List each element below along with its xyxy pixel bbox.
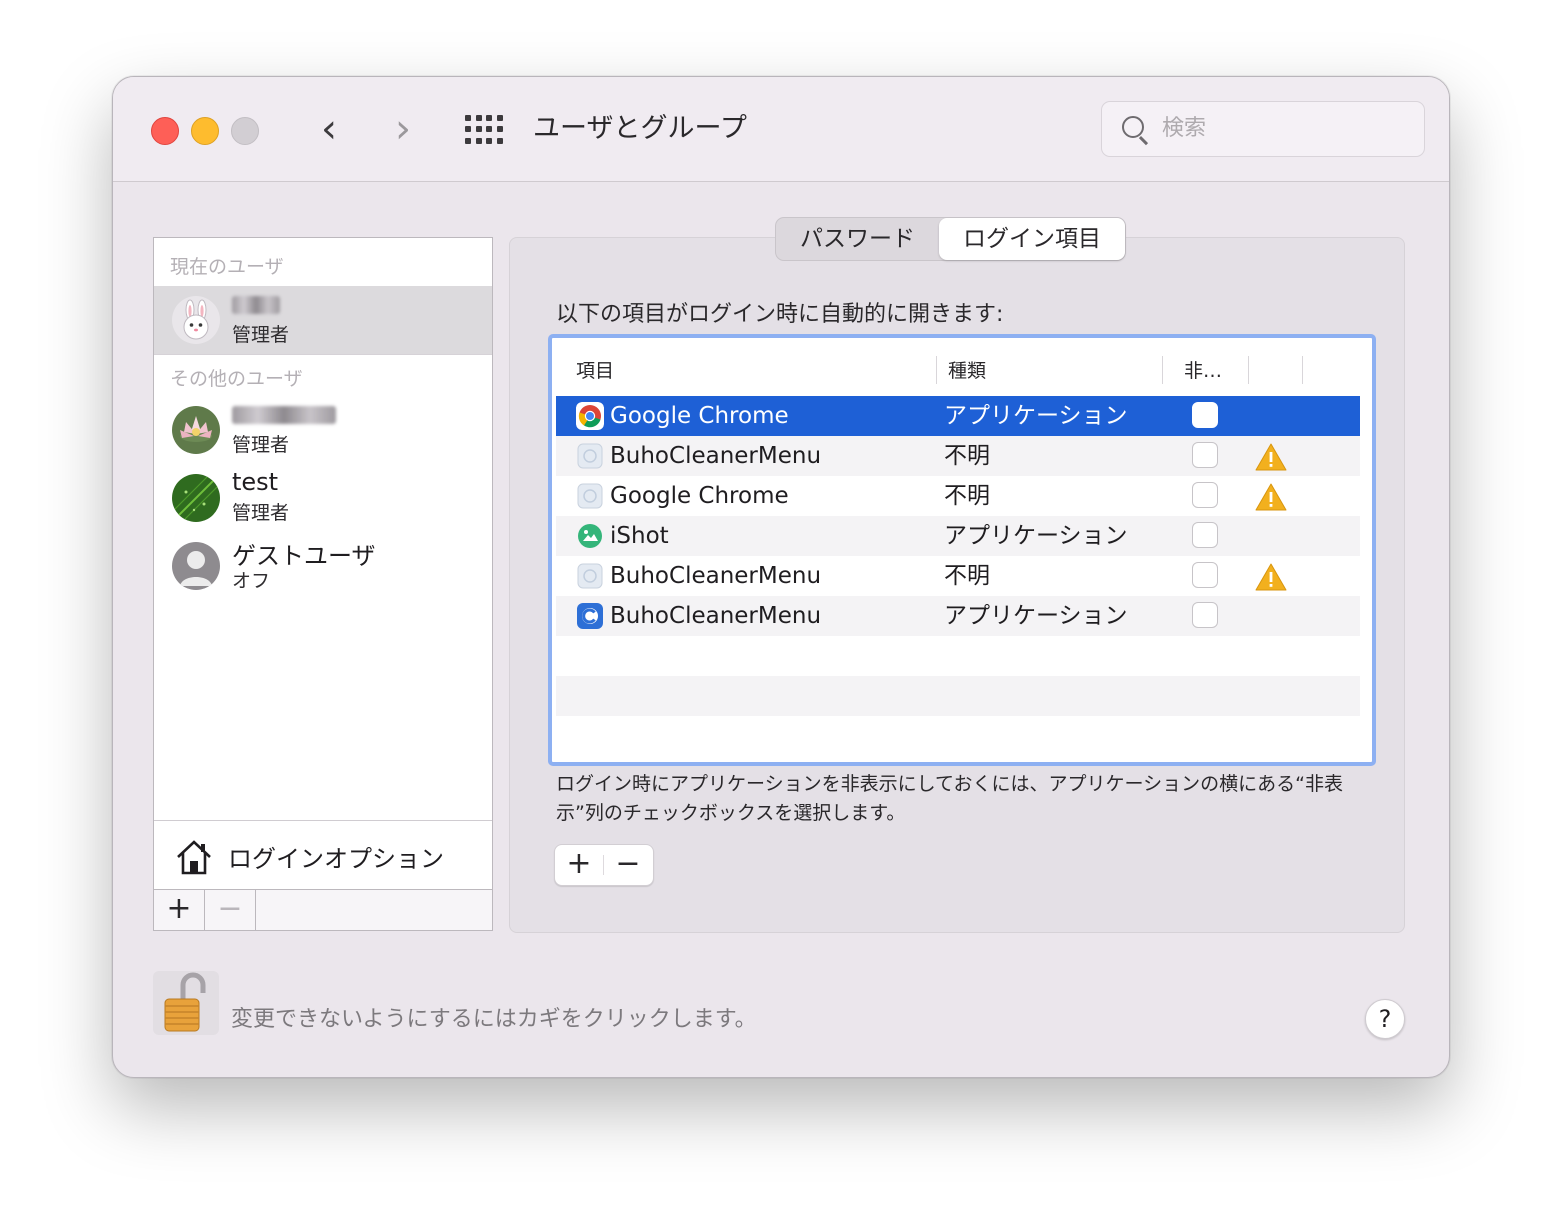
ishot-icon — [578, 524, 602, 548]
guest-silhouette-icon — [172, 542, 220, 590]
warning-icon — [1255, 443, 1287, 471]
current-user-name — [232, 290, 280, 320]
column-divider — [936, 356, 937, 384]
generic-app-icon — [577, 443, 603, 469]
column-divider — [1302, 356, 1303, 384]
minimize-button[interactable] — [191, 117, 219, 145]
row-kind: アプリケーション — [944, 603, 1128, 629]
login-options-label: ログインオプション — [228, 845, 444, 873]
empty-row — [556, 676, 1360, 716]
table-row[interactable]: BuhoCleanerMenu アプリケーション — [556, 596, 1360, 636]
column-header-hide[interactable]: 非… — [1184, 356, 1222, 383]
hide-checkbox[interactable] — [1192, 522, 1218, 548]
forward-button[interactable]: › — [383, 107, 423, 151]
search-placeholder: 検索 — [1162, 116, 1207, 141]
blurred-name — [232, 296, 280, 314]
hide-checkbox[interactable] — [1192, 442, 1218, 468]
table-row[interactable]: Google Chrome アプリケーション — [556, 396, 1360, 436]
row-kind: アプリケーション — [944, 523, 1128, 549]
other-user-name — [232, 400, 336, 430]
search-field[interactable]: 検索 — [1101, 101, 1425, 157]
buhocleaner-icon — [577, 603, 603, 629]
window-title: ユーザとグループ — [533, 113, 747, 144]
warning-icon — [1255, 483, 1287, 511]
help-button[interactable]: ? — [1365, 999, 1405, 1039]
other-user-role: オフ — [232, 570, 271, 592]
login-items-panel: 以下の項目がログイン時に自動的に開きます: 項目 種類 非… Google Ch… — [509, 237, 1405, 933]
tab-password[interactable]: パスワード — [776, 218, 939, 260]
tab-login-items[interactable]: ログイン項目 — [939, 218, 1125, 260]
row-name: Google Chrome — [610, 483, 789, 509]
user-row-current[interactable]: 管理者 — [154, 286, 492, 354]
warning-icon — [1255, 563, 1287, 591]
table-header: 項目 種類 非… — [556, 342, 1360, 396]
other-users-label: その他のユーザ — [170, 368, 303, 390]
remove-user-button[interactable]: − — [205, 890, 256, 930]
hide-instructions: ログイン時にアプリケーションを非表示にしておくには、アプリケーションの横にある“… — [556, 773, 1343, 824]
login-item-buttons: + − — [554, 844, 654, 886]
hide-checkbox[interactable] — [1192, 602, 1218, 628]
table-row[interactable]: iShot アプリケーション — [556, 516, 1360, 556]
tab-bar: パスワード ログイン項目 — [775, 217, 1126, 261]
zoom-button — [231, 117, 259, 145]
generic-app-icon — [577, 483, 603, 509]
row-name: iShot — [610, 523, 669, 549]
add-user-button[interactable]: + — [154, 890, 205, 930]
close-button[interactable] — [151, 117, 179, 145]
row-kind: アプリケーション — [944, 403, 1128, 429]
hide-checkbox[interactable] — [1192, 482, 1218, 508]
back-button[interactable]: ‹ — [309, 107, 349, 151]
house-icon — [177, 840, 211, 875]
show-all-grid-icon[interactable] — [465, 115, 503, 145]
lock-message: 変更できないようにするにはカギをクリックします。 — [231, 1007, 757, 1032]
current-user-role: 管理者 — [232, 324, 290, 346]
other-user-name: test — [232, 468, 279, 496]
column-header-item[interactable]: 項目 — [576, 356, 614, 383]
row-kind: 不明 — [944, 443, 990, 469]
current-users-label: 現在のユーザ — [170, 256, 284, 278]
row-name: BuhoCleanerMenu — [610, 443, 822, 469]
remove-login-item-button[interactable]: − — [604, 845, 652, 885]
empty-row — [556, 636, 1360, 676]
user-list: 現在のユーザ 管理者 その他のユーザ 管理者 test 管理者 ゲストユーザ オ… — [153, 237, 493, 931]
user-row-other-0[interactable]: 管理者 — [154, 396, 492, 464]
chrome-icon — [576, 402, 604, 430]
row-name: Google Chrome — [610, 403, 789, 429]
empty-row — [556, 716, 1360, 750]
other-user-role: 管理者 — [232, 434, 290, 456]
padlock-unlocked-icon[interactable] — [153, 971, 219, 1035]
row-kind: 不明 — [944, 483, 990, 509]
blurred-name — [232, 406, 336, 424]
search-icon — [1122, 116, 1144, 138]
user-list-footer: + − — [154, 889, 492, 930]
lotus-flower-image — [172, 406, 220, 454]
hide-checkbox[interactable] — [1192, 562, 1218, 588]
other-user-role: 管理者 — [232, 502, 290, 524]
preferences-window: ‹ › ユーザとグループ 検索 現在のユーザ 管理者 その他のユーザ 管理者 t… — [112, 76, 1450, 1078]
green-leaf-image — [172, 474, 220, 522]
hide-checkbox[interactable] — [1192, 402, 1218, 428]
rabbit-icon — [172, 296, 220, 344]
column-divider — [1248, 356, 1249, 384]
panel-heading: 以下の項目がログイン時に自動的に開きます: — [556, 302, 1004, 327]
row-name: BuhoCleanerMenu — [610, 563, 822, 589]
user-row-other-2[interactable]: ゲストユーザ オフ — [154, 532, 492, 600]
add-login-item-button[interactable]: + — [555, 845, 603, 885]
column-header-kind[interactable]: 種類 — [948, 356, 986, 383]
table-row[interactable]: Google Chrome 不明 — [556, 476, 1360, 516]
toolbar: ‹ › ユーザとグループ 検索 — [113, 77, 1449, 182]
table-row[interactable]: BuhoCleanerMenu 不明 — [556, 556, 1360, 596]
row-kind: 不明 — [944, 563, 990, 589]
generic-app-icon — [577, 563, 603, 589]
row-name: BuhoCleanerMenu — [610, 603, 822, 629]
user-row-other-1[interactable]: test 管理者 — [154, 464, 492, 532]
login-items-table[interactable]: 項目 種類 非… Google Chrome アプリケーション BuhoClea… — [548, 334, 1376, 766]
divider — [154, 354, 492, 355]
table-row[interactable]: BuhoCleanerMenu 不明 — [556, 436, 1360, 476]
column-divider — [1162, 356, 1163, 384]
login-options-item[interactable]: ログインオプション — [154, 820, 492, 889]
